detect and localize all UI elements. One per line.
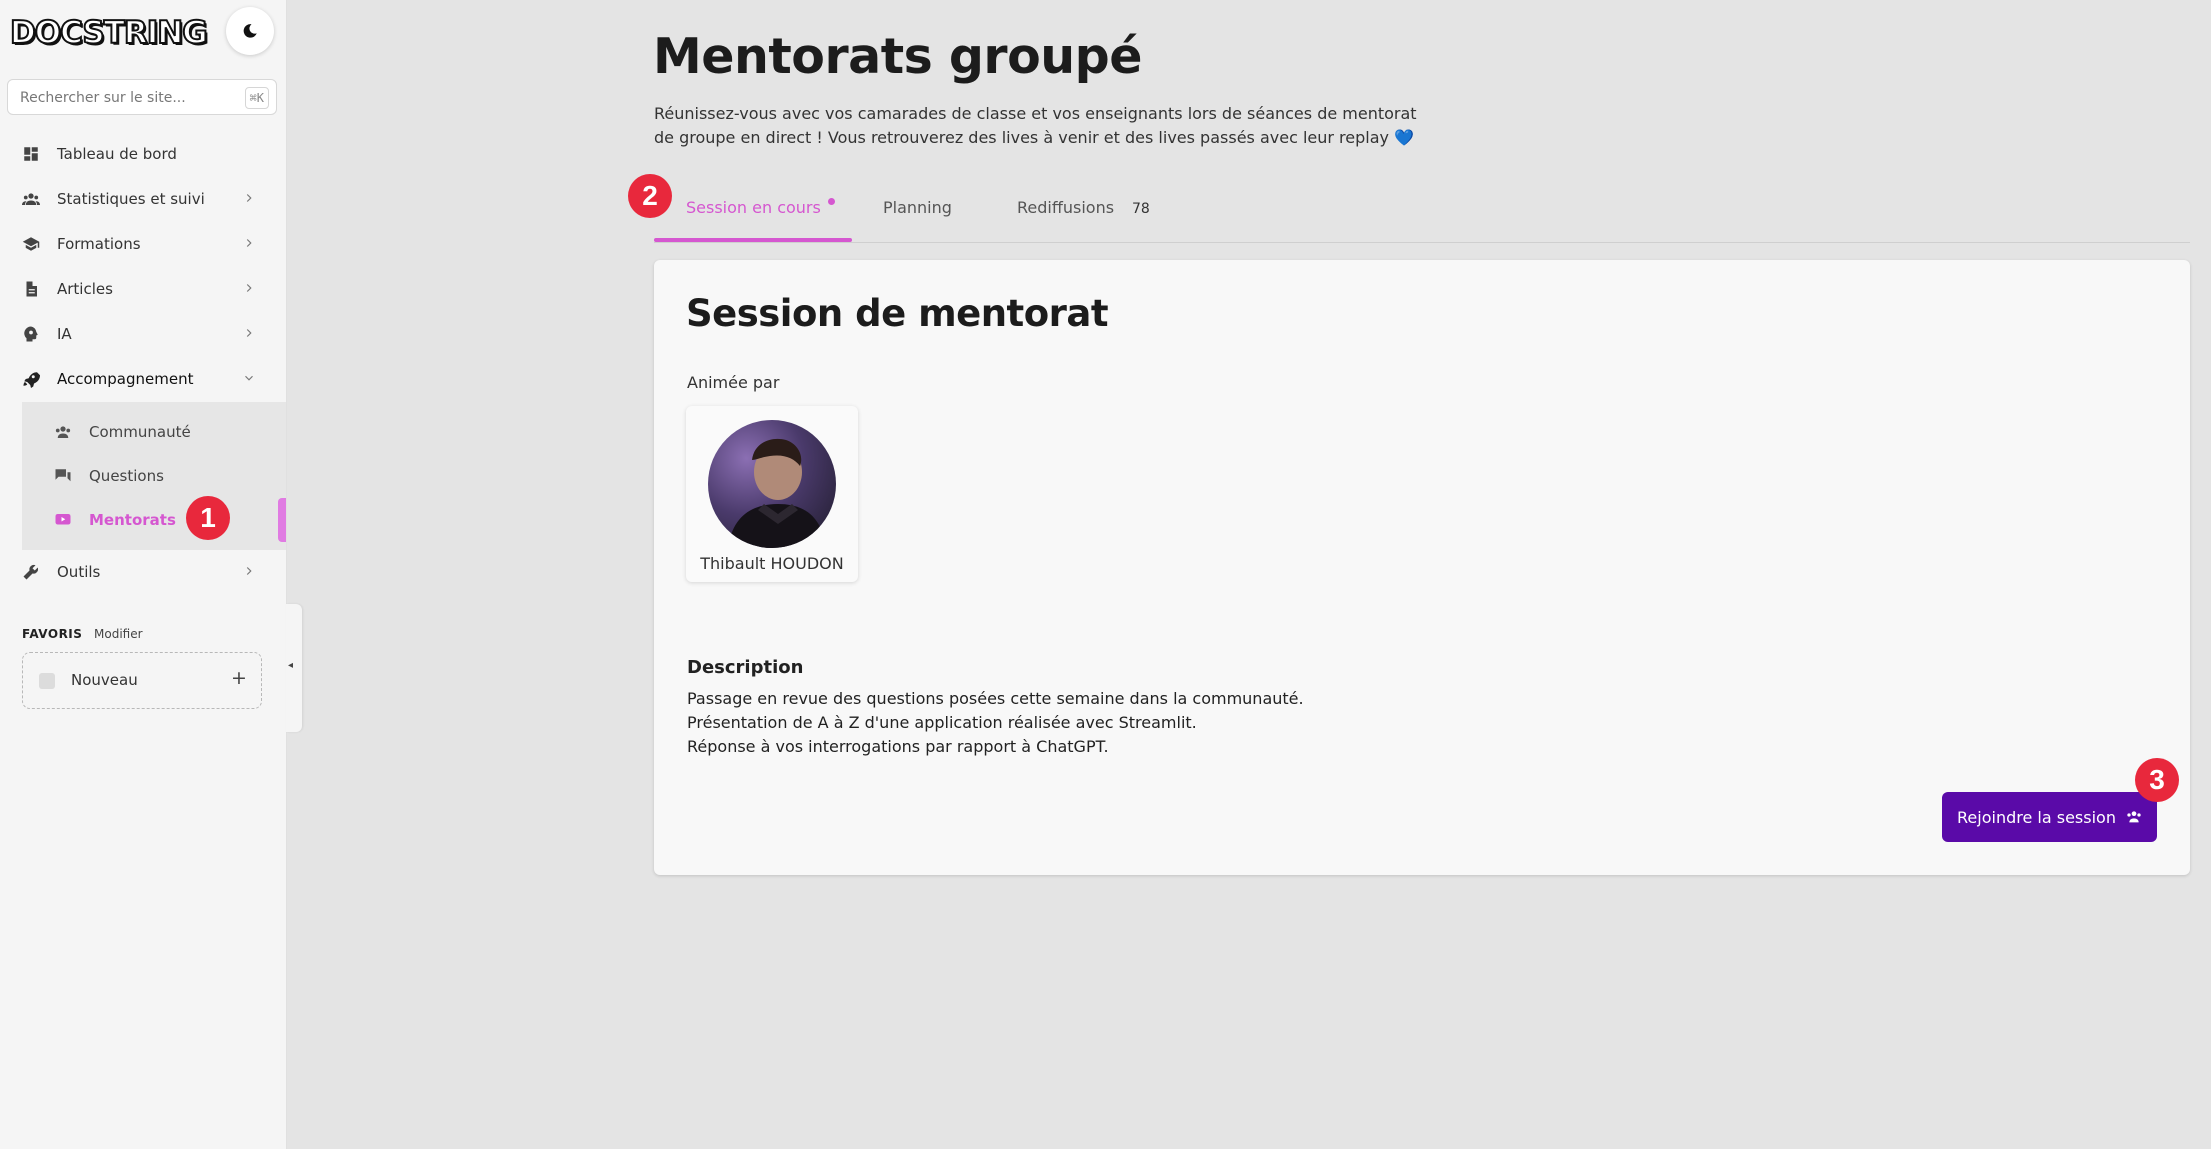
description-line: Réponse à vos interrogations par rapport… [687,737,1109,756]
rocket-icon [23,372,40,388]
community-icon [55,426,71,438]
description-line: Passage en revue des questions posées ce… [687,689,1304,708]
live-dot [828,198,835,205]
tab-rediffusions[interactable]: Rediffusions [1017,198,1114,217]
tab-planning[interactable]: Planning [883,198,952,217]
theme-toggle-button[interactable] [226,7,274,55]
moon-icon [243,24,257,38]
sidebar-item-label: Questions [89,467,164,485]
host-card[interactable]: Thibault HOUDON [686,406,858,582]
annotation-badge-1: 1 [186,496,230,540]
logo[interactable]: DOCSTRING [9,14,209,52]
tab-bar: Session en cours Planning Rediffusions 7… [654,172,2190,243]
search-shortcut: ⌘K [244,87,269,109]
description-line: de groupe en direct ! Vous retrouverez d… [654,128,1415,147]
sidebar-item-accompagnement[interactable]: Accompagnement [0,359,286,399]
accompagnement-submenu: Communauté Questions Mentorats [22,402,286,550]
dashboard-icon [24,147,38,161]
chevron-right-icon [246,329,252,337]
favorites-edit-link[interactable]: Modifier [94,627,143,641]
page-description: Réunissez-vous avec vos camarades de cla… [654,102,1434,150]
description-line: Réunissez-vous avec vos camarades de cla… [654,104,1417,123]
graduation-cap-icon [22,237,40,251]
sidebar-item-questions[interactable]: Questions [22,456,286,496]
active-tab-underline [654,238,852,242]
chevron-right-icon [246,284,252,292]
sidebar-item-label: Tableau de bord [57,145,177,163]
sidebar-item-ia[interactable]: IA [0,314,286,354]
group-icon [2127,811,2141,823]
chevron-down-icon [245,375,253,381]
favorite-placeholder-icon [39,673,55,689]
wrench-icon [23,564,39,580]
sidebar-item-dashboard[interactable]: Tableau de bord [0,134,286,174]
sidebar-item-label: Mentorats [89,511,176,529]
join-session-button[interactable]: Rejoindre la session [1942,792,2157,842]
favorites-heading: FAVORIS [22,627,83,641]
collapse-arrow-icon: ◂ [288,660,294,671]
rediffusions-count: 78 [1132,201,1150,217]
sidebar-item-communaute[interactable]: Communauté [22,412,286,452]
sidebar-item-label: Outils [57,563,101,581]
heart-emoji: 💙 [1394,128,1415,147]
sidebar-item-mentorats[interactable]: Mentorats [22,500,286,540]
search-box[interactable]: ⌘K [7,79,277,115]
users-icon [22,193,40,205]
sidebar-item-label: Accompagnement [57,370,194,388]
brain-icon [24,326,38,342]
plus-icon: + [231,667,247,689]
join-session-label: Rejoindre la session [1957,807,2116,827]
sidebar-collapse-handle[interactable]: ◂ [286,604,302,732]
chevron-right-icon [246,239,252,247]
sidebar-item-label: Statistiques et suivi [57,190,205,208]
active-indicator [278,498,286,542]
sidebar-item-label: Formations [57,235,141,253]
chevron-right-icon [246,567,252,575]
description-line: Présentation de A à Z d'une application … [687,713,1197,732]
sidebar-item-label: Articles [57,280,113,298]
sidebar-item-stats[interactable]: Statistiques et suivi [0,179,286,219]
annotation-badge-3: 3 [2135,758,2179,802]
live-video-icon [55,514,71,525]
document-icon [26,281,37,297]
session-card: Session de mentorat Animée par Thibault … [654,260,2190,875]
new-favorite-label: Nouveau [71,671,138,689]
sidebar-item-label: Communauté [89,423,191,441]
search-input[interactable] [18,86,232,110]
session-title: Session de mentorat [686,292,1109,335]
chat-icon [55,469,71,482]
avatar [708,420,836,548]
sidebar-item-formations[interactable]: Formations [0,224,286,264]
host-name: Thibault HOUDON [700,554,844,573]
sidebar-item-label: IA [57,325,72,343]
chevron-right-icon [246,194,252,202]
sidebar: DOCSTRING ⌘K Tableau de bord Statistique… [0,0,287,1149]
hosted-by-label: Animée par [687,373,780,392]
new-favorite-button[interactable]: Nouveau + [22,652,262,709]
sidebar-item-outils[interactable]: Outils [0,552,286,592]
avatar-portrait-icon [728,438,826,548]
page-title: Mentorats groupé [653,28,1142,85]
sidebar-item-articles[interactable]: Articles [0,269,286,309]
tab-session-en-cours[interactable]: Session en cours [686,198,821,217]
description-heading: Description [687,657,804,678]
